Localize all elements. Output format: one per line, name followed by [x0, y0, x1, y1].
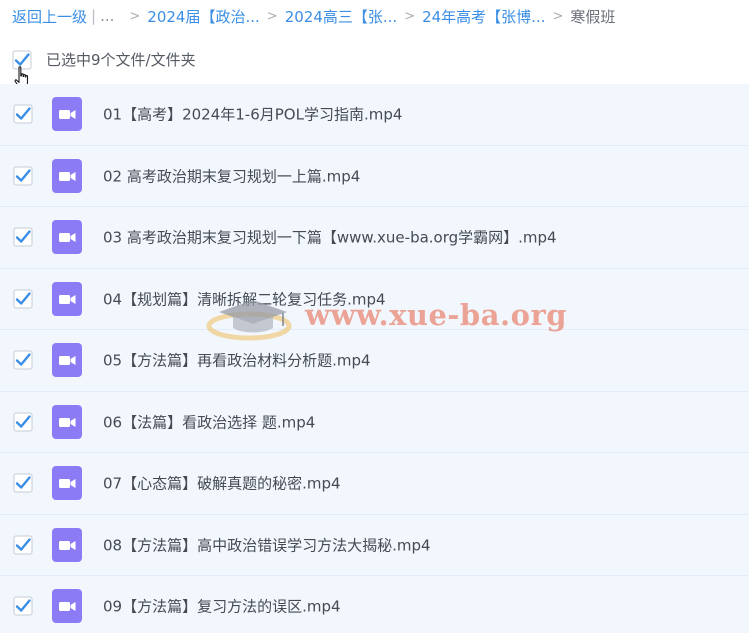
checkbox-checked-icon [13, 412, 33, 432]
file-row[interactable]: 02 高考政治期末复习规划一上篇.mp4 [0, 145, 749, 207]
video-file-icon [52, 589, 82, 624]
checkbox-checked-icon [13, 535, 33, 555]
file-name[interactable]: 01【高考】2024年1-6月POL学习指南.mp4 [103, 104, 402, 125]
checkbox-checked-icon [13, 289, 33, 309]
video-file-icon-wrapper [52, 466, 82, 501]
file-name[interactable]: 03 高考政治期末复习规划一下篇【www.xue-ba.org学霸网】.mp4 [103, 227, 557, 248]
file-list: 01【高考】2024年1-6月POL学习指南.mp4 02 高考政治期末复习规划一… [0, 84, 749, 633]
video-file-icon [52, 220, 82, 255]
file-checkbox[interactable] [13, 535, 33, 555]
file-checkbox[interactable] [13, 104, 33, 124]
file-row[interactable]: 01【高考】2024年1-6月POL学习指南.mp4 [0, 84, 749, 146]
breadcrumb-ellipsis[interactable]: ... [100, 7, 114, 25]
select-all-row: 已选中9个文件/文件夹 [12, 47, 196, 71]
video-file-icon [52, 527, 82, 562]
video-file-icon-wrapper [52, 158, 82, 193]
breadcrumb-chevron-icon: > [129, 8, 141, 24]
video-file-icon-wrapper [52, 281, 82, 316]
file-name[interactable]: 06【法篇】看政治选择 题.mp4 [103, 411, 315, 432]
file-name[interactable]: 02 高考政治期末复习规划一上篇.mp4 [103, 165, 360, 186]
video-file-icon-wrapper [52, 220, 82, 255]
file-name[interactable]: 09【方法篇】复习方法的误区.mp4 [103, 596, 341, 617]
checkbox-checked-icon [13, 473, 33, 493]
breadcrumb-divider: | [91, 7, 97, 25]
file-row[interactable]: 09【方法篇】复习方法的误区.mp4 [0, 576, 749, 633]
file-checkbox[interactable] [13, 166, 33, 186]
file-row[interactable]: 03 高考政治期末复习规划一下篇【www.xue-ba.org学霸网】.mp4 [0, 207, 749, 269]
breadcrumb-item[interactable]: 2024高三【张... [285, 6, 397, 27]
file-name[interactable]: 08【方法篇】高中政治错误学习方法大揭秘.mp4 [103, 534, 431, 555]
file-name[interactable]: 04【规划篇】清晰拆解二轮复习任务.mp4 [103, 288, 386, 309]
video-file-icon [52, 281, 82, 316]
video-file-icon [52, 97, 82, 132]
video-file-icon-wrapper [52, 343, 82, 378]
file-checkbox[interactable] [13, 596, 33, 616]
checkbox-checked-icon [13, 166, 33, 186]
video-file-icon-wrapper [52, 97, 82, 132]
file-row[interactable]: 07【心态篇】破解真题的秘密.mp4 [0, 453, 749, 515]
checkbox-checked-icon [13, 596, 33, 616]
file-name[interactable]: 05【方法篇】再看政治材料分析题.mp4 [103, 350, 371, 371]
video-file-icon [52, 466, 82, 501]
file-row[interactable]: 08【方法篇】高中政治错误学习方法大揭秘.mp4 [0, 514, 749, 576]
breadcrumb-item[interactable]: 2024届【政治... [147, 6, 259, 27]
breadcrumb-current: 寒假班 [570, 7, 616, 26]
file-checkbox[interactable] [13, 473, 33, 493]
video-file-icon-wrapper [52, 404, 82, 439]
breadcrumb-chevron-icon: > [404, 8, 416, 24]
file-name[interactable]: 07【心态篇】破解真题的秘密.mp4 [103, 473, 341, 494]
file-browser-page: 返回上一级 | ... > 2024届【政治... > 2024高三【张... … [0, 0, 749, 633]
file-checkbox[interactable] [13, 350, 33, 370]
breadcrumb-back-link[interactable]: 返回上一级 [12, 6, 87, 27]
video-file-icon [52, 158, 82, 193]
checkbox-checked-icon [13, 227, 33, 247]
video-file-icon [52, 404, 82, 439]
video-file-icon-wrapper [52, 589, 82, 624]
breadcrumb-item[interactable]: 24年高考【张博... [422, 6, 545, 27]
breadcrumb-chevron-icon: > [552, 8, 564, 24]
file-row[interactable]: 06【法篇】看政治选择 题.mp4 [0, 391, 749, 453]
video-file-icon-wrapper [52, 527, 82, 562]
file-checkbox[interactable] [13, 227, 33, 247]
video-file-icon [52, 343, 82, 378]
breadcrumb-chevron-icon: > [266, 8, 278, 24]
checkbox-checked-icon [13, 350, 33, 370]
selection-count-label: 已选中9个文件/文件夹 [46, 50, 196, 69]
breadcrumb: 返回上一级 | ... > 2024届【政治... > 2024高三【张... … [12, 5, 615, 27]
file-row[interactable]: 04【规划篇】清晰拆解二轮复习任务.mp4 [0, 268, 749, 330]
file-row[interactable]: 05【方法篇】再看政治材料分析题.mp4 [0, 330, 749, 392]
file-checkbox[interactable] [13, 412, 33, 432]
file-checkbox[interactable] [13, 289, 33, 309]
checkbox-checked-icon [13, 104, 33, 124]
